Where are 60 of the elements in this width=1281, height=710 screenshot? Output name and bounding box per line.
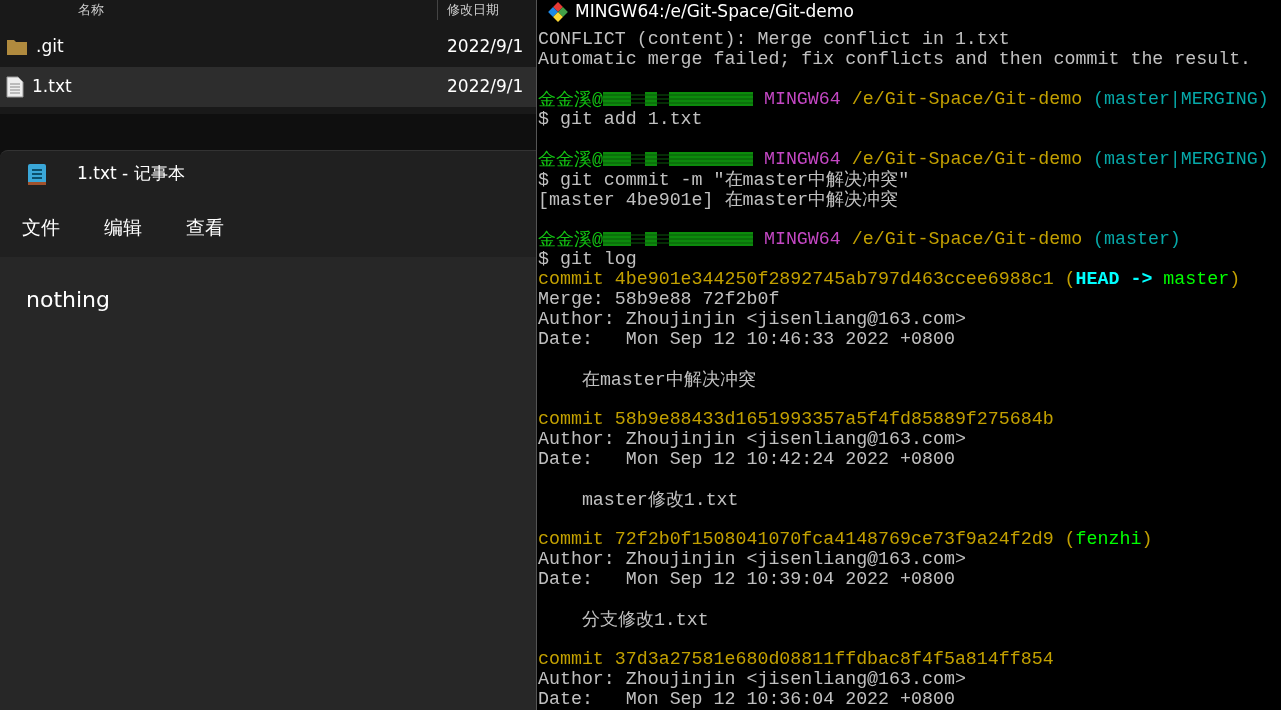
commit-hash: ) bbox=[1141, 529, 1153, 549]
commit-hash: commit 72f2b0f1508041070fca4148769ce73f9a24f2d9 bbox=[538, 529, 1054, 549]
branch-ref: fenzhi bbox=[1075, 529, 1142, 549]
output-text: Author: Zhoujinjin <jisenliang@163.com> bbox=[538, 429, 966, 449]
output-text: Date: Mon Sep 12 10:39:04 2022 +0800 bbox=[538, 569, 955, 589]
menu-item[interactable]: 文件 bbox=[22, 212, 60, 242]
output-text: Author: Zhoujinjin <jisenliang@163.com> bbox=[538, 669, 966, 689]
prompt-user: 金金溪@ bbox=[538, 88, 603, 110]
output-text: CONFLICT (content): Merge conflict in 1.txt bbox=[538, 29, 1010, 49]
commit-hash: ( bbox=[1064, 269, 1076, 289]
menu-item[interactable]: 编辑 bbox=[104, 212, 142, 242]
output-text: Merge: 58b9e88 72f2b0f bbox=[538, 289, 780, 309]
output-text: $ git log bbox=[538, 249, 637, 269]
output-text: Date: Mon Sep 12 10:42:24 2022 +0800 bbox=[538, 449, 955, 469]
prompt-user: 金金溪@ bbox=[538, 148, 603, 170]
output-text: Author: Zhoujinjin <jisenliang@163.com> bbox=[538, 549, 966, 569]
window-title: 1.txt - 记事本 bbox=[77, 162, 185, 186]
document-text: nothing bbox=[26, 287, 110, 312]
prompt-host: MINGW64 bbox=[763, 229, 841, 249]
prompt-path: /e/Git-Space/Git-demo bbox=[851, 89, 1083, 109]
diamond-icon bbox=[547, 1, 569, 23]
prompt-path: /e/Git-Space/Git-demo bbox=[851, 229, 1083, 249]
commit-hash: ) bbox=[1229, 269, 1241, 289]
column-header[interactable]: 修改日期 bbox=[447, 2, 499, 18]
prompt-host: MINGW64 bbox=[763, 89, 841, 109]
file-date: 2022/9/1 bbox=[447, 75, 524, 99]
file-row[interactable]: .git 2022/9/1 bbox=[0, 27, 536, 67]
output-text: Author: Zhoujinjin <jisenliang@163.com> bbox=[538, 309, 966, 329]
prompt-branch: (master|MERGING) bbox=[1093, 89, 1269, 109]
output-text: Date: Mon Sep 12 10:36:04 2022 +0800 bbox=[538, 689, 955, 709]
file-icon bbox=[6, 76, 24, 98]
head-ref: HEAD -> bbox=[1075, 269, 1153, 289]
output-text: $ git add 1.txt bbox=[538, 109, 703, 129]
commit-message: 分支修改1.txt bbox=[580, 608, 709, 630]
window-title: MINGW64:/e/Git-Space/Git-demo bbox=[575, 0, 854, 24]
commit-hash: ( bbox=[1064, 529, 1076, 549]
output-text: [master 4be901e] 在master中解决冲突 bbox=[538, 188, 899, 210]
prompt-host: MINGW64 bbox=[763, 149, 841, 169]
folder-icon bbox=[6, 38, 28, 56]
commit-hash: commit 4be901e344250f2892745ab797d463ccee6988c1 bbox=[538, 269, 1054, 289]
commit-hash: commit 37d3a27581e680d08811ffdbac8f4f5a814ff854 bbox=[538, 649, 1054, 669]
commit-hash: commit 58b9e88433d1651993357a5f4fd85889f275684b bbox=[538, 409, 1054, 429]
commit-message: 在master中解决冲突 bbox=[580, 368, 756, 390]
notepad-icon bbox=[27, 162, 47, 187]
commit-message: master修改1.txt bbox=[580, 488, 739, 510]
menu-item[interactable]: 查看 bbox=[186, 212, 224, 242]
prompt-branch: (master) bbox=[1093, 229, 1181, 249]
column-header[interactable]: 名称 bbox=[78, 2, 104, 18]
output-text: Date: Mon Sep 12 10:46:33 2022 +0800 bbox=[538, 329, 955, 349]
editor-area[interactable]: nothing bbox=[0, 257, 536, 710]
prompt-branch: (master|MERGING) bbox=[1093, 149, 1269, 169]
output-text: Automatic merge failed; fix conflicts and then commit the result. bbox=[538, 49, 1252, 69]
prompt-user: 金金溪@ bbox=[538, 228, 603, 250]
branch-ref: master bbox=[1163, 269, 1230, 289]
output-text: $ git commit -m "在master中解决冲突" bbox=[538, 168, 910, 190]
file-name: 1.txt bbox=[32, 75, 72, 99]
file-row[interactable]: 1.txt 2022/9/1 bbox=[0, 67, 536, 107]
prompt-path: /e/Git-Space/Git-demo bbox=[851, 149, 1083, 169]
file-date: 2022/9/1 bbox=[447, 35, 524, 59]
file-name: .git bbox=[36, 35, 64, 59]
